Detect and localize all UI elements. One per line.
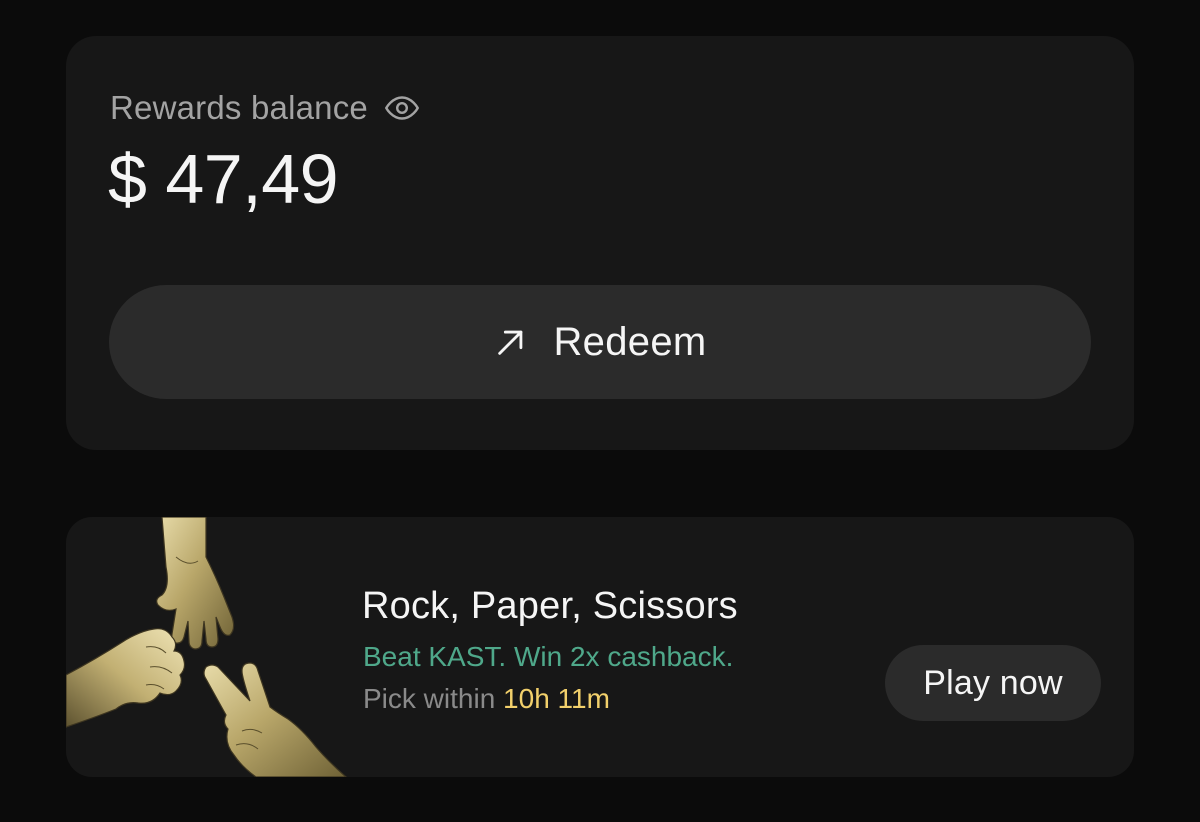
rewards-screen: Rewards balance $ 47,49 Redeem Rock, Pap… [0, 0, 1200, 822]
arrow-up-right-icon [494, 325, 528, 359]
game-tagline: Beat KAST. Win 2x cashback. [363, 641, 734, 672]
pick-label: Pick within [363, 683, 504, 714]
rewards-balance-amount: $ 47,49 [108, 140, 339, 218]
gold-hands-illustration [66, 517, 347, 777]
rewards-balance-card: Rewards balance $ 47,49 Redeem [66, 36, 1134, 450]
paper-hand [156, 517, 235, 650]
rock-hand [66, 628, 186, 728]
countdown-timer: 10h 11m [503, 683, 610, 714]
eye-icon[interactable] [384, 90, 420, 126]
rewards-balance-label: Rewards balance [110, 89, 368, 126]
scissors-hand [203, 662, 347, 777]
rewards-label-row: Rewards balance [110, 88, 420, 128]
pick-deadline: Pick within 10h 11m [363, 683, 610, 715]
game-title: Rock, Paper, Scissors [362, 585, 738, 627]
play-now-button[interactable]: Play now [885, 645, 1101, 721]
rock-paper-scissors-card[interactable]: Rock, Paper, Scissors Beat KAST. Win 2x … [66, 517, 1134, 777]
redeem-button[interactable]: Redeem [109, 285, 1091, 399]
play-now-label: Play now [923, 663, 1063, 702]
redeem-label: Redeem [553, 319, 707, 364]
